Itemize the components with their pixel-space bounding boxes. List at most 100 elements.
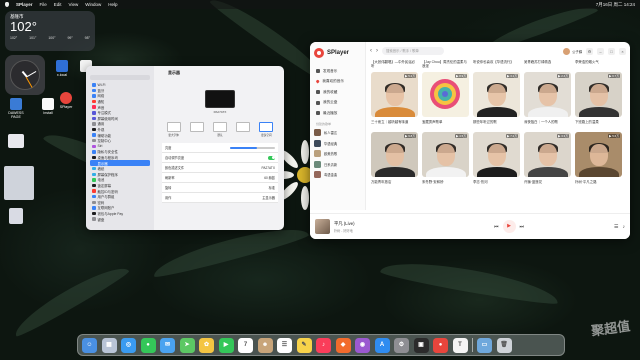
photos-icon[interactable]: ✿ [199, 337, 214, 353]
maximize-icon[interactable]: □ [608, 47, 615, 55]
notes-icon[interactable]: ✎ [296, 337, 312, 353]
playlist-caption[interactable]: 【大张伟翻唱】—中外民谣必听 [371, 60, 418, 69]
playlist-item[interactable]: 华语经典 [314, 138, 361, 149]
menubar-clock[interactable]: 7月16日 周二 14:24 [596, 2, 635, 8]
preview-icon[interactable]: ▭ [477, 337, 492, 353]
menu-app-name[interactable]: SPlayer [16, 2, 33, 7]
playlist-card[interactable]: ▶ 5.6万 [575, 132, 622, 177]
desktop-stack-3[interactable] [4, 208, 28, 225]
close-icon[interactable]: × [619, 47, 626, 55]
playlist-card[interactable]: ▶ 5.2万 [371, 72, 418, 117]
safari-icon[interactable]: ◎ [121, 337, 136, 353]
brave-icon[interactable]: ◆ [335, 337, 351, 353]
finder-icon[interactable]: ☺ [82, 337, 97, 353]
settings-sidebar-item[interactable]: 控制中心 [90, 138, 150, 144]
nav-recent[interactable]: 最近播放 [314, 108, 361, 119]
resolution-option[interactable]: 更大字体 [166, 122, 182, 137]
playlist-card[interactable]: ▶ 4.5万 [422, 132, 469, 177]
podcasts-icon[interactable]: ◉ [355, 337, 370, 353]
playlist-caption[interactable]: 宋冬野·安和桥 [422, 180, 469, 189]
resolution-option[interactable] [189, 122, 205, 137]
menu-file[interactable]: File [40, 2, 47, 7]
weather-widget[interactable]: 基隆市 102° 102° 101° 100° 99° 98° [5, 11, 95, 51]
nav-cloud[interactable]: 我的云盘 [314, 98, 361, 109]
reminders-icon[interactable]: ☰ [277, 337, 292, 353]
contacts-icon[interactable]: ☻ [257, 337, 273, 353]
menu-window[interactable]: Window [85, 2, 101, 7]
settings-icon[interactable]: ⚙ [394, 337, 409, 353]
menu-view[interactable]: View [69, 2, 79, 7]
textedit-icon[interactable]: T [452, 337, 468, 353]
desktop-icon-page[interactable]: DAWESS PAGE [4, 98, 28, 119]
resolution-option[interactable]: 更多空间 [258, 122, 274, 137]
playlist-card[interactable]: ▶ 3.1万 [473, 72, 520, 117]
settings-row-rotation[interactable]: 旋转 标准 [162, 183, 278, 193]
settings-row-color-profile[interactable]: 颜色描述文件 PA27ATX [162, 163, 278, 173]
settings-sidebar-item[interactable]: 通用 [90, 121, 150, 127]
photo-editor-icon[interactable]: ▣ [413, 337, 429, 353]
next-track-icon[interactable]: ⏭ [520, 224, 525, 230]
playlist-item[interactable]: 欧美热歌 [314, 149, 361, 160]
playlist-caption[interactable]: 三十而立｜越听越有味道 [371, 120, 418, 129]
settings-gear-icon[interactable]: ⚙ [586, 47, 593, 55]
appstore-icon[interactable]: A [374, 337, 390, 353]
playlist-caption[interactable]: 【Jay Chou】周杰伦的温柔与浪漫 [422, 60, 469, 69]
now-playing-cover[interactable] [315, 219, 330, 234]
desktop-icon-splayer[interactable]: SPlayer [54, 92, 78, 109]
brightness-slider[interactable] [230, 146, 275, 149]
settings-row-use-as[interactable]: 用作 主显示器 [162, 193, 278, 203]
play-pause-button[interactable]: ▶ [502, 220, 516, 233]
playlist-caption[interactable]: 下班路上的温柔 [575, 120, 622, 129]
settings-sidebar-item[interactable]: 隐私与安全性 [90, 149, 150, 155]
splayer-icon[interactable]: ● [433, 337, 448, 353]
nav-collection[interactable]: 我的收藏 [314, 87, 361, 98]
playlist-card[interactable]: ▶ 6.7万 [575, 72, 622, 117]
playlist-caption[interactable]: 深夜独白｜一个人的歌 [524, 120, 571, 129]
back-arrow-icon[interactable]: ‹ [370, 48, 372, 54]
playlist-card[interactable]: ▶ 7.2万 [473, 132, 520, 177]
settings-sidebar-item[interactable]: 键盘 [90, 216, 150, 222]
playlist-queue-icon[interactable]: ☰ [614, 224, 618, 230]
messages-icon[interactable]: ● [140, 337, 156, 353]
playlist-item[interactable]: 粤语金曲 [314, 170, 361, 181]
forward-arrow-icon[interactable]: › [376, 48, 378, 54]
playlist-card[interactable]: ▶ 9.8万 [371, 132, 418, 177]
maps-icon[interactable]: ➤ [179, 337, 195, 353]
playlist-card[interactable]: ▶ 3.3万 [524, 132, 571, 177]
desktop-icon-folder[interactable]: x.local [50, 60, 74, 77]
playlist-caption[interactable]: 李荣浩的烟火气 [575, 60, 622, 69]
player-search-input[interactable]: 搜索音乐 / 歌手 / 歌单 [382, 47, 444, 55]
playlist-card[interactable]: ▶ 8.9万 [422, 72, 469, 117]
desktop-stack-2[interactable] [4, 166, 34, 201]
user-profile[interactable]: 公子鳞 [563, 47, 582, 55]
playlist-caption[interactable]: 那些年听过的歌 [473, 120, 520, 129]
settings-row-refresh-rate[interactable]: 刷新率 60 赫兹 [162, 173, 278, 183]
now-playing-title[interactable]: 平凡 (Live) [334, 221, 404, 227]
playlist-caption[interactable]: 万能青年旅店 [371, 180, 418, 189]
playlist-card[interactable]: ▶ 2.4万 [524, 72, 571, 117]
apple-icon[interactable] [5, 2, 9, 7]
menu-help[interactable]: Help [108, 2, 117, 7]
settings-sidebar-item[interactable]: 互联网账户 [90, 205, 150, 211]
trash-icon[interactable]: 🗑 [496, 337, 512, 353]
facetime-icon[interactable]: ▶ [218, 337, 234, 353]
playlist-caption[interactable]: 朴树·平凡之路 [575, 180, 622, 189]
nav-discover[interactable]: 发现音乐 [314, 66, 361, 77]
settings-sidebar-item[interactable]: 网络 [90, 93, 150, 99]
settings-search-input[interactable] [90, 75, 150, 80]
calendar-icon[interactable]: 7 [238, 337, 253, 353]
playlist-caption[interactable]: 宝藏男声歌单 [422, 120, 469, 129]
volume-icon[interactable]: ♪ [623, 224, 626, 230]
auto-brightness-toggle[interactable] [268, 155, 275, 160]
playlist-item[interactable]: 私人雷达 [314, 128, 361, 139]
playlist-caption[interactable]: 许巍·蓝莲花 [524, 180, 571, 189]
menu-edit[interactable]: Edit [54, 2, 62, 7]
minimize-icon[interactable]: – [597, 47, 604, 55]
mail-icon[interactable]: ✉ [160, 337, 175, 353]
music-icon[interactable]: ♪ [316, 337, 331, 353]
playlist-caption[interactable]: 听说你也喜欢【华语流行】 [473, 60, 520, 69]
clock-widget[interactable] [5, 55, 45, 95]
settings-sidebar-item[interactable]: 专注模式 [90, 110, 150, 116]
playlist-caption[interactable]: 李志·热河 [473, 180, 520, 189]
desktop-stack-1[interactable] [4, 134, 28, 149]
